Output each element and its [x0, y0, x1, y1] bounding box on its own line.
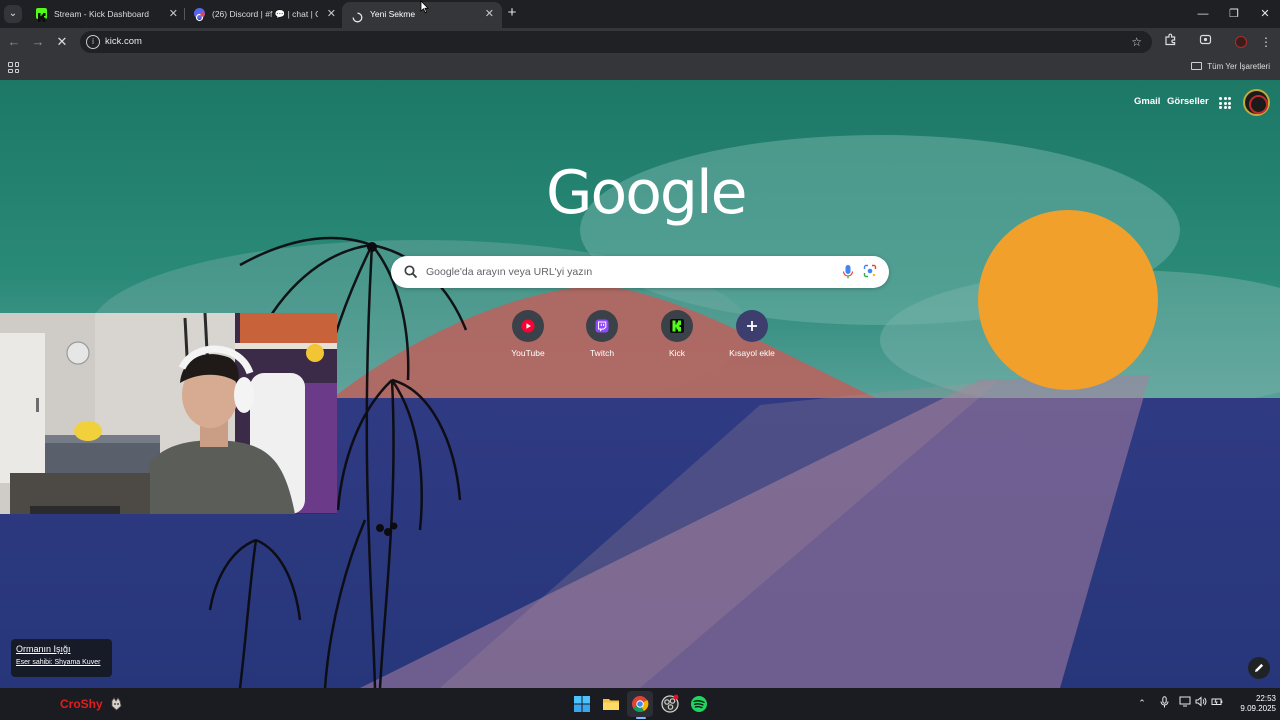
shortcut-tile	[512, 310, 544, 342]
spotify-icon[interactable]	[689, 694, 709, 714]
bookmark-star-icon[interactable]: ☆	[1131, 31, 1142, 53]
twitch-icon	[595, 319, 609, 333]
mouse-cursor-icon	[420, 0, 429, 14]
apps-shortcut-icon[interactable]	[8, 62, 19, 73]
google-lens-icon[interactable]	[863, 264, 877, 278]
loading-icon	[352, 8, 363, 23]
discord-icon	[194, 8, 205, 22]
shortcut-label: Kısayol ekle	[729, 348, 775, 358]
network-icon[interactable]	[1178, 696, 1192, 710]
customize-chrome-button[interactable]	[1248, 657, 1270, 679]
google-apps-icon[interactable]	[1219, 97, 1231, 109]
shortcut-label: Kick	[668, 348, 686, 358]
gmail-link[interactable]: Gmail	[1134, 96, 1160, 107]
shortcut-twitch[interactable]: Twitch	[567, 310, 637, 359]
close-icon[interactable]: ✕	[485, 2, 494, 26]
pencil-icon	[1255, 663, 1264, 672]
mascot-icon	[111, 697, 122, 711]
folder-icon	[1191, 62, 1203, 70]
browser-toolbar: ← → ✕ i kick.com ☆ ⋮	[0, 28, 1280, 56]
artwork-artist-link[interactable]: Eser sahibi: Shyama Kuver	[16, 656, 112, 670]
shortcut-label: Twitch	[589, 348, 615, 358]
artwork-title-link[interactable]: Ormanın Işığı	[16, 643, 112, 656]
search-placeholder: Google'da arayın veya URL'yi yazın	[426, 266, 593, 278]
close-window-button[interactable]: ✕	[1248, 0, 1280, 28]
tab-groups-icon[interactable]	[1195, 32, 1215, 52]
battery-icon[interactable]	[1210, 696, 1224, 710]
chrome-icon[interactable]	[630, 694, 650, 714]
windows-taskbar: CroShy ⌃ 22:53 9.09.2025	[0, 688, 1280, 720]
webcam-overlay	[0, 313, 337, 514]
restore-button[interactable]: ❐	[1217, 0, 1251, 28]
address-url[interactable]: kick.com	[105, 31, 142, 53]
address-bar[interactable]: i kick.com ☆	[80, 31, 1152, 53]
shortcut-label: YouTube	[511, 348, 545, 358]
google-logo: Google	[546, 158, 748, 228]
tab-search-button[interactable]: ⌄	[4, 5, 22, 23]
clock-time: 22:53	[1255, 694, 1276, 703]
minimize-button[interactable]: —	[1186, 0, 1220, 28]
webcam-feed	[0, 313, 337, 514]
account-avatar[interactable]	[1243, 89, 1270, 116]
microphone-icon[interactable]	[1157, 696, 1171, 710]
background-attribution[interactable]: Ormanın Işığı Eser sahibi: Shyama Kuver	[11, 639, 112, 677]
stop-loading-button[interactable]: ✕	[52, 32, 72, 52]
tab-strip: ⌄ Stream - Kick Dashboard ✕ (26) Discord…	[0, 0, 1280, 28]
close-icon[interactable]: ✕	[169, 2, 178, 26]
search-icon	[404, 265, 418, 279]
new-tab-button[interactable]: +	[504, 3, 520, 23]
extensions-puzzle-icon[interactable]	[1160, 32, 1180, 52]
clock-date: 9.09.2025	[1240, 704, 1276, 713]
images-link[interactable]: Görseller	[1167, 96, 1209, 107]
shortcut-tile	[736, 310, 768, 342]
active-indicator	[636, 717, 646, 719]
forward-button[interactable]: →	[28, 32, 48, 52]
tab-title: Stream - Kick Dashboard	[54, 9, 149, 19]
chevron-up-icon[interactable]: ⌃	[1135, 696, 1149, 710]
tab-kick-dashboard[interactable]: Stream - Kick Dashboard ✕	[26, 2, 186, 28]
windows-start-icon[interactable]	[572, 694, 592, 714]
screen: ⌄ Stream - Kick Dashboard ✕ (26) Discord…	[0, 0, 1280, 720]
tab-title: (26) Discord | #f 💬 | chat | CroS	[212, 9, 318, 19]
bookmarks-bar: Tüm Yer İşaretleri	[0, 56, 1280, 80]
search-input[interactable]: Google'da arayın veya URL'yi yazın	[391, 256, 889, 288]
menu-kebab-icon[interactable]: ⋮	[1256, 32, 1276, 52]
shortcut-tile	[661, 310, 693, 342]
kick-icon	[670, 319, 684, 333]
file-explorer-icon[interactable]	[601, 694, 621, 714]
shortcut-kick[interactable]: Kick	[642, 310, 712, 359]
tab-discord[interactable]: (26) Discord | #f 💬 | chat | CroS ✕	[184, 2, 344, 28]
kick-icon	[36, 8, 47, 22]
close-icon[interactable]: ✕	[327, 2, 336, 26]
profile-avatar-button[interactable]	[1235, 36, 1247, 48]
streamer-name: CroShy	[60, 697, 103, 711]
shortcut-tile	[586, 310, 618, 342]
add-shortcut-button[interactable]: Kısayol ekle	[717, 310, 787, 359]
all-bookmarks-label: Tüm Yer İşaretleri	[1207, 62, 1270, 71]
all-bookmarks-button[interactable]: Tüm Yer İşaretleri	[1191, 56, 1270, 78]
obs-icon[interactable]	[660, 694, 680, 714]
shortcut-youtube[interactable]: YouTube	[493, 310, 563, 359]
microphone-icon[interactable]	[842, 264, 854, 280]
volume-icon[interactable]	[1194, 696, 1208, 710]
site-info-icon[interactable]: i	[86, 35, 100, 49]
back-button[interactable]: ←	[4, 32, 24, 52]
plus-icon	[747, 321, 757, 331]
youtube-icon	[521, 319, 535, 333]
system-clock[interactable]: 22:53 9.09.2025	[1230, 694, 1276, 714]
